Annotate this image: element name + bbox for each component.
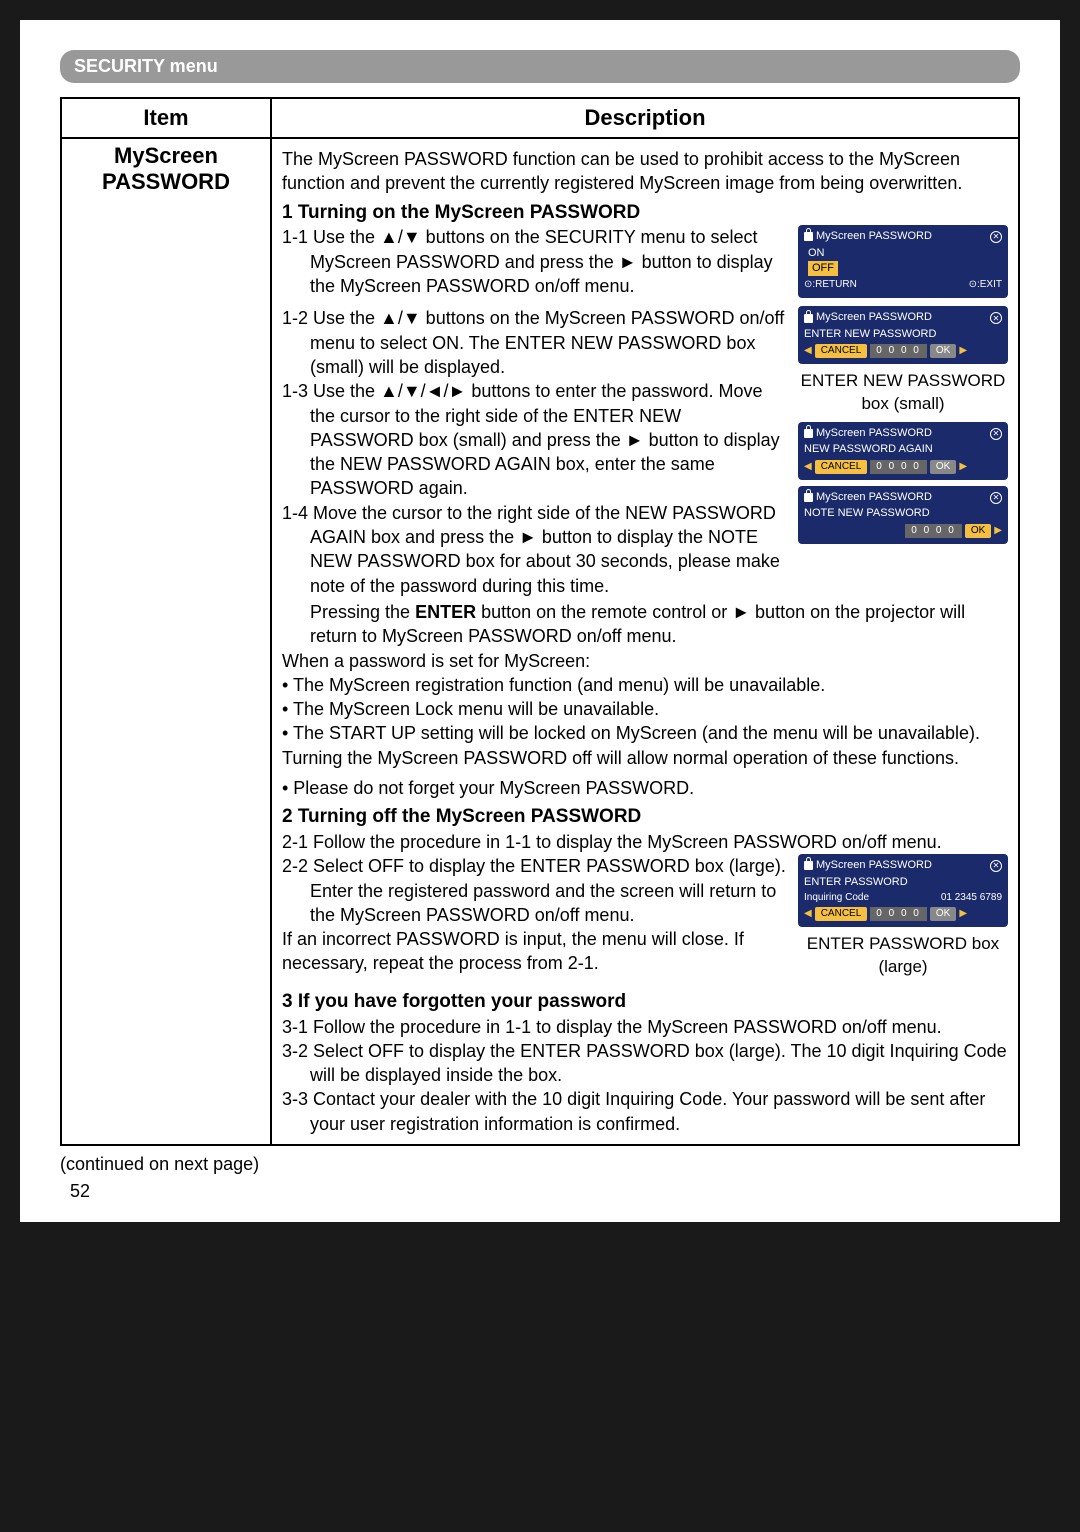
bullet-3: • The START UP setting will be locked on… [282,721,1008,745]
osd-title: MyScreen PASSWORD [816,229,932,244]
osd-title: MyScreen PASSWORD [816,310,932,325]
osd-ok: OK [930,344,956,358]
osd-title: MyScreen PASSWORD [816,490,932,505]
osd-ok: OK [930,907,956,921]
close-icon: ✕ [990,312,1002,324]
step-1-4: 1-4 Move the cursor to the right side of… [282,501,788,598]
left-arrow-icon: ◀ [804,460,812,474]
left-arrow-icon: ◀ [804,344,812,358]
when-off: Turning the MyScreen PASSWORD off will a… [282,746,1008,770]
osd-off: OFF [808,261,838,276]
heading-3: 3 If you have forgotten your password [282,989,1008,1015]
osd-exit: ⊙:EXIT [969,278,1002,292]
lock-icon [804,314,813,323]
osd-cancel: CANCEL [815,460,868,474]
document-page: SECURITY menu Item Description MyScreen … [20,20,1060,1222]
osd-on: ON [808,246,1002,261]
osd-cancel: CANCEL [815,907,868,921]
osd-new-again-label: NEW PASSWORD AGAIN [804,442,1002,457]
bullet-1: • The MyScreen registration function (an… [282,673,1008,697]
osd-digits: 0 0 0 0 [870,460,927,474]
osd-enter-pw-label: ENTER PASSWORD [804,875,1002,890]
step-3-3: 3-3 Contact your dealer with the 10 digi… [282,1087,1008,1136]
col-header-item: Item [61,98,271,138]
step-1-3: 1-3 Use the ▲/▼/◄/► buttons to enter the… [282,379,788,500]
continued-note: (continued on next page) [60,1154,1020,1175]
when-set-intro: When a password is set for MyScreen: [282,649,1008,673]
osd-enter-password: MyScreen PASSWORD ✕ ENTER PASSWORD Inqui… [798,854,1008,927]
bullet-2: • The MyScreen Lock menu will be unavail… [282,697,1008,721]
description-cell: The MyScreen PASSWORD function can be us… [271,138,1019,1145]
left-arrow-icon: ◀ [804,907,812,921]
lock-icon [804,429,813,438]
osd-note-new: MyScreen PASSWORD ✕ NOTE NEW PASSWORD 0 … [798,486,1008,544]
osd-ok: OK [965,524,991,538]
page-number: 52 [70,1181,1020,1202]
caption-enter-pw: ENTER PASSWORD box (large) [798,933,1008,979]
osd-digits: 0 0 0 0 [870,907,927,921]
lock-icon [804,232,813,241]
col-header-description: Description [271,98,1019,138]
caption-enter-new: ENTER NEW PASSWORD box (small) [798,370,1008,416]
osd-title: MyScreen PASSWORD [816,858,932,873]
note-forget: • Please do not forget your MyScreen PAS… [282,776,1008,800]
close-icon: ✕ [990,231,1002,243]
step-2-end: If an incorrect PASSWORD is input, the m… [282,927,788,976]
osd-title: MyScreen PASSWORD [816,426,932,441]
osd-inquiring-code-value: 01 2345 6789 [941,891,1002,905]
lock-icon [804,493,813,502]
step-3-2: 3-2 Select OFF to display the ENTER PASS… [282,1039,1008,1088]
osd-ok: OK [930,460,956,474]
osd-onoff-panel: MyScreen PASSWORD ✕ ON OFF ⊙:RETURN ⊙:EX… [798,225,1008,298]
intro-text: The MyScreen PASSWORD function can be us… [282,147,1008,196]
osd-enter-new: MyScreen PASSWORD ✕ ENTER NEW PASSWORD ◀… [798,306,1008,364]
osd-digits: 0 0 0 0 [870,344,927,358]
step-2-2: 2-2 Select OFF to display the ENTER PASS… [282,854,788,927]
section-header: SECURITY menu [60,50,1020,83]
osd-cancel: CANCEL [815,344,868,358]
heading-2: 2 Turning off the MyScreen PASSWORD [282,804,1008,830]
osd-digits: 0 0 0 0 [905,524,962,538]
heading-1: 1 Turning on the MyScreen PASSWORD [282,200,1008,226]
step-1-1: 1-1 Use the ▲/▼ buttons on the SECURITY … [282,225,788,304]
right-arrow-icon: ▶ [994,524,1002,538]
step-1-end: Pressing the ENTER button on the remote … [282,600,1008,649]
lock-icon [804,861,813,870]
osd-note-new-label: NOTE NEW PASSWORD [804,506,1002,521]
right-arrow-icon: ▶ [959,460,967,474]
step-1-2: 1-2 Use the ▲/▼ buttons on the MyScreen … [282,306,788,379]
close-icon: ✕ [990,428,1002,440]
osd-new-again: MyScreen PASSWORD ✕ NEW PASSWORD AGAIN ◀… [798,422,1008,480]
right-arrow-icon: ▶ [959,907,967,921]
step-2-1: 2-1 Follow the procedure in 1-1 to displ… [282,830,1008,854]
close-icon: ✕ [990,492,1002,504]
osd-return: ⊙:RETURN [804,278,857,292]
item-name-cell: MyScreen PASSWORD [61,138,271,1145]
step-3-1: 3-1 Follow the procedure in 1-1 to displ… [282,1015,1008,1039]
osd-inquiring-code-label: Inquiring Code [804,891,869,905]
right-arrow-icon: ▶ [959,344,967,358]
osd-enter-new-label: ENTER NEW PASSWORD [804,327,1002,342]
close-icon: ✕ [990,860,1002,872]
item-name: MyScreen PASSWORD [102,143,230,194]
content-table: Item Description MyScreen PASSWORD The M… [60,97,1020,1146]
